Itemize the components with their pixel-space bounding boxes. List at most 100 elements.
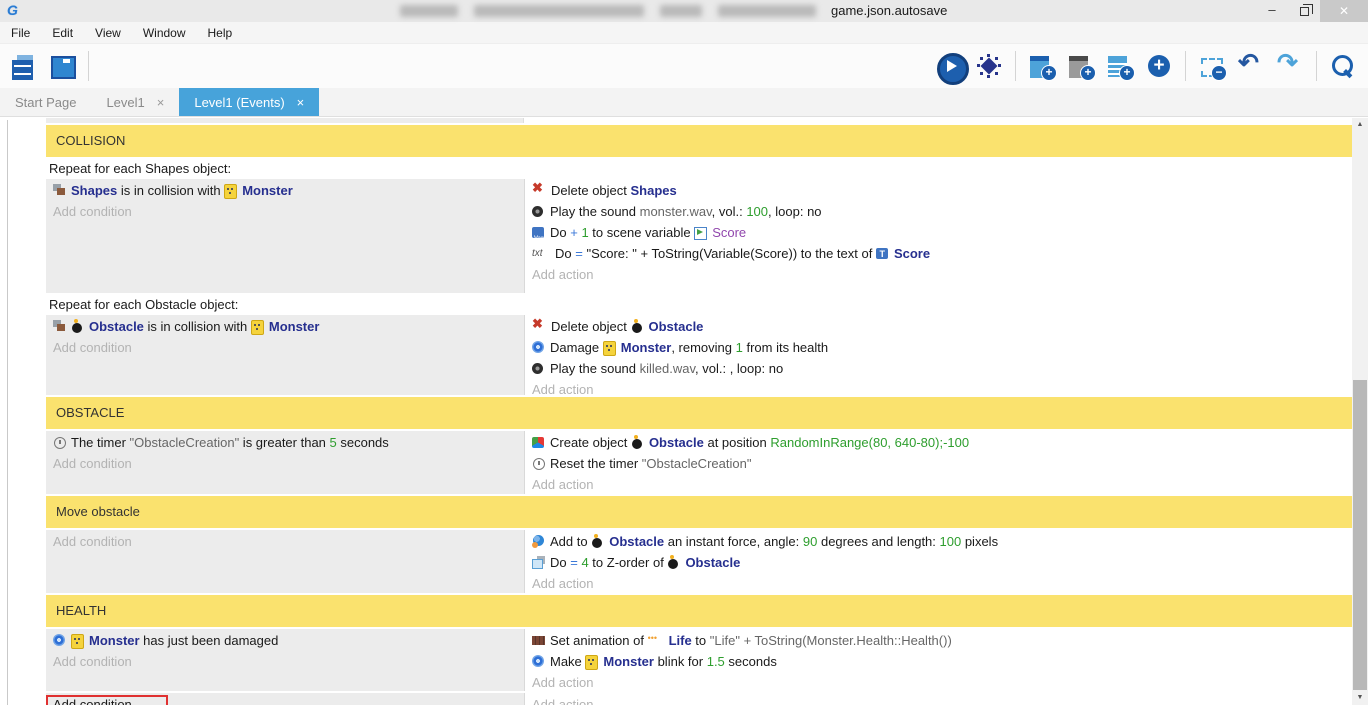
tab-bar: Start PageLevel1×Level1 (Events)× — [0, 88, 1368, 116]
life-dots-icon — [648, 634, 665, 647]
create-icon — [532, 436, 546, 449]
scrollbar-thumb[interactable] — [1353, 380, 1367, 690]
text-segment: Add condition — [53, 456, 132, 471]
text-segment: is in collision with — [117, 183, 224, 198]
z-order-icon — [532, 556, 546, 569]
condition-row[interactable]: The timer "ObstacleCreation" is greater … — [46, 432, 524, 453]
redo-icon[interactable] — [1277, 53, 1303, 79]
event-group-header[interactable]: Move obstacle — [46, 496, 1352, 528]
menu-file[interactable]: File — [0, 22, 41, 44]
event-columns: Add conditionAdd to Obstacle an instant … — [46, 530, 1352, 593]
text-segment: Score — [712, 225, 746, 240]
scroll-down-arrow-icon[interactable]: ▼ — [1352, 691, 1368, 705]
add-action-button[interactable]: Add action — [525, 672, 1352, 691]
condition-row[interactable]: Obstacle is in collision with Monster — [46, 316, 524, 337]
close-button[interactable]: ✕ — [1320, 0, 1368, 22]
action-row[interactable]: Reset the timer "ObstacleCreation" — [525, 453, 1352, 474]
tab-start-page[interactable]: Start Page — [0, 88, 91, 116]
event-title[interactable]: Repeat for each Obstacle object: — [46, 295, 1352, 315]
add-action-button[interactable]: Add action — [525, 264, 1352, 285]
add-condition-button[interactable]: Add condition — [46, 694, 524, 705]
action-row[interactable]: Damage Monster, removing 1 from its heal… — [525, 337, 1352, 358]
action-row[interactable]: Set animation of Life to "Life" + ToStri… — [525, 630, 1352, 651]
add-comment-icon[interactable] — [1068, 53, 1094, 79]
action-row[interactable]: Delete object Shapes — [525, 180, 1352, 201]
search-icon[interactable] — [1330, 53, 1356, 79]
text-segment: at position — [704, 435, 771, 450]
bomb-icon — [591, 535, 605, 548]
vertical-scrollbar[interactable]: ▲ ▼ — [1352, 118, 1368, 705]
condition-row[interactable]: Shapes is in collision with Monster — [46, 180, 524, 201]
add-action-button[interactable]: Add action — [525, 474, 1352, 494]
text-segment: Create object — [550, 435, 631, 450]
text-segment: Add condition — [53, 204, 132, 219]
action-row[interactable]: Delete object Obstacle — [525, 316, 1352, 337]
add-subevent-icon[interactable] — [1107, 53, 1133, 79]
text-segment: Obstacle — [89, 319, 144, 334]
text-segment: pixels — [961, 534, 998, 549]
gdevelop-logo-icon: G — [7, 2, 18, 18]
text-segment: to Z-order of — [589, 555, 668, 570]
force-icon — [532, 535, 546, 548]
undo-icon[interactable] — [1238, 53, 1264, 79]
menu-edit[interactable]: Edit — [41, 22, 84, 44]
action-row[interactable]: Do + 1 to scene variable Score — [525, 222, 1352, 243]
event-title[interactable]: Repeat for each Shapes object: — [46, 159, 1352, 179]
event-group-header[interactable]: OBSTACLE — [46, 397, 1352, 429]
action-row[interactable]: Play the sound killed.wav, vol.: , loop:… — [525, 358, 1352, 379]
add-condition-button[interactable]: Add condition — [46, 201, 524, 222]
redacted-block — [400, 5, 458, 17]
debug-icon[interactable] — [976, 53, 1002, 79]
add-condition-button[interactable]: Add condition — [46, 453, 524, 474]
text-segment: Do — [550, 225, 570, 240]
add-condition-button[interactable]: Add condition — [46, 337, 524, 358]
minimize-button[interactable]: – — [1256, 0, 1288, 22]
tab-close-icon[interactable]: × — [297, 95, 305, 110]
text-segment: Add to — [550, 534, 591, 549]
add-action-button[interactable]: Add action — [525, 573, 1352, 593]
text-segment: Delete object — [551, 319, 631, 334]
text-segment: to scene variable — [589, 225, 695, 240]
text-segment: killed.wav — [640, 361, 695, 376]
event-columns: Add condition Add action — [46, 693, 1352, 705]
add-event-icon[interactable] — [1029, 53, 1055, 79]
add-condition-button[interactable]: Add condition — [46, 651, 524, 672]
bomb-icon — [631, 320, 645, 333]
text-segment: 100 — [940, 534, 962, 549]
action-row[interactable]: Add to Obstacle an instant force, angle:… — [525, 531, 1352, 552]
menu-view[interactable]: View — [84, 22, 132, 44]
action-row[interactable]: Create object Obstacle at position Rando… — [525, 432, 1352, 453]
text-segment: 100 — [746, 204, 768, 219]
event-group-header[interactable]: HEALTH — [46, 595, 1352, 627]
toolbar-right — [937, 51, 1358, 81]
tab-level1[interactable]: Level1× — [91, 88, 179, 116]
events-sheet-icon[interactable] — [10, 53, 36, 79]
action-row[interactable]: Play the sound monster.wav, vol.: 100, l… — [525, 201, 1352, 222]
scroll-up-arrow-icon[interactable]: ▲ — [1352, 118, 1368, 132]
event-group-header[interactable]: COLLISION — [46, 125, 1352, 157]
text-segment: , vol.: — [712, 204, 747, 219]
scene-view-icon[interactable] — [49, 53, 75, 79]
conditions-column: Shapes is in collision with Monster Add c… — [46, 179, 524, 293]
add-plus-icon[interactable] — [1146, 53, 1172, 79]
add-condition-button[interactable]: Add condition — [46, 531, 524, 552]
action-row[interactable]: Make Monster blink for 1.5 seconds — [525, 651, 1352, 672]
text-segment: Add action — [532, 697, 593, 705]
restore-button[interactable] — [1288, 0, 1320, 22]
add-action-button[interactable]: Add action — [525, 694, 1352, 705]
actions-column: Delete object ShapesPlay the sound monst… — [524, 179, 1352, 293]
text-segment: no — [807, 204, 821, 219]
text-segment: Monster — [89, 633, 140, 648]
menu-window[interactable]: Window — [132, 22, 197, 44]
remove-selection-icon[interactable] — [1199, 53, 1225, 79]
monster-icon — [251, 320, 265, 333]
menu-help[interactable]: Help — [197, 22, 244, 44]
text-segment: Monster — [269, 319, 320, 334]
play-icon[interactable] — [937, 53, 963, 79]
tab-level1-events[interactable]: Level1 (Events)× — [179, 88, 319, 116]
condition-row[interactable]: Monster has just been damaged — [46, 630, 524, 651]
tab-close-icon[interactable]: × — [157, 95, 165, 110]
action-row[interactable]: Do = "Score: " + ToString(Variable(Score… — [525, 243, 1352, 264]
action-row[interactable]: Do = 4 to Z-order of Obstacle — [525, 552, 1352, 573]
add-action-button[interactable]: Add action — [525, 379, 1352, 395]
